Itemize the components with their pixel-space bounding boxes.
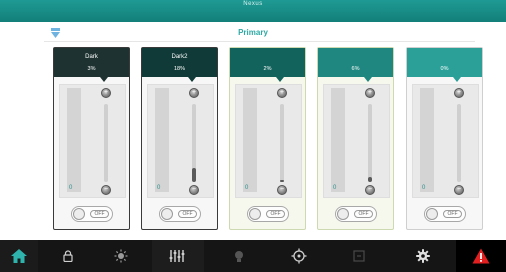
toggle-knob [426, 208, 438, 220]
fader-bar[interactable] [243, 88, 257, 192]
bottom-nav [0, 240, 506, 272]
home-icon [11, 249, 27, 263]
channel-toggle[interactable]: OFF [159, 206, 201, 222]
minus-icon: − [191, 186, 197, 193]
header-pointer [188, 77, 196, 82]
square-icon [353, 250, 365, 262]
channel-percent: 18% [173, 66, 185, 72]
plus-icon: + [103, 89, 109, 96]
increase-button[interactable]: + [189, 88, 199, 98]
minus-icon: − [103, 186, 109, 193]
title-bar: Nexus [0, 0, 506, 22]
toggle-knob [161, 208, 173, 220]
header-pointer [100, 77, 108, 82]
toggle-label: OFF [178, 210, 197, 218]
channel-card-4[interactable]: 6% + 0 − OFF [317, 47, 394, 230]
decrease-button[interactable]: − [277, 185, 287, 195]
header-pointer [364, 77, 372, 82]
channel-header: Dark 3% [54, 48, 129, 77]
toggle-knob [249, 208, 261, 220]
target-icon [291, 248, 307, 264]
channel-percent: 6% [351, 66, 360, 72]
level-readout: 0 [157, 185, 161, 191]
level-readout: 0 [69, 185, 73, 191]
decrease-button[interactable]: − [454, 185, 464, 195]
level-slider[interactable] [104, 104, 108, 182]
toggle-knob [337, 208, 349, 220]
channel-percent: 3% [87, 66, 96, 72]
minus-icon: − [279, 186, 285, 193]
toggle-label: OFF [354, 210, 373, 218]
channel-card-5[interactable]: 0% + 0 − OFF [406, 47, 483, 230]
level-slider[interactable] [280, 104, 284, 182]
nav-square[interactable] [334, 240, 384, 272]
slider-fill [280, 180, 284, 182]
channel-card-2[interactable]: Dark2 18% + 0 − OFF [141, 47, 218, 230]
channel-header: Dark2 18% [142, 48, 217, 77]
slider-fill [368, 177, 372, 182]
channel-name: Dark [85, 54, 98, 60]
channel-header: 2% [230, 48, 305, 77]
level-slider[interactable] [368, 104, 372, 182]
alert-icon [472, 248, 490, 264]
fader-bar[interactable] [67, 88, 81, 192]
toggle-label: OFF [443, 210, 462, 218]
level-readout: 0 [245, 185, 249, 191]
minus-icon: − [367, 186, 373, 193]
increase-button[interactable]: + [365, 88, 375, 98]
increase-button[interactable]: + [454, 88, 464, 98]
channel-percent: 0% [440, 66, 449, 72]
increase-button[interactable]: + [277, 88, 287, 98]
level-readout: 0 [333, 185, 337, 191]
plus-icon: + [456, 89, 462, 96]
slider-fill [192, 167, 196, 182]
nav-home[interactable] [0, 240, 38, 272]
channel-toggle[interactable]: OFF [247, 206, 289, 222]
toggle-knob [73, 208, 85, 220]
divider [44, 41, 475, 42]
nav-bulb[interactable] [214, 240, 264, 272]
decrease-button[interactable]: − [101, 185, 111, 195]
fader-bar[interactable] [155, 88, 169, 192]
sliders-icon [169, 250, 185, 262]
channel-toggle[interactable]: OFF [424, 206, 466, 222]
header-pointer [453, 77, 461, 82]
channel-toggle[interactable]: OFF [335, 206, 377, 222]
bulb-icon [235, 250, 243, 262]
fader-bar[interactable] [420, 88, 434, 192]
channel-name: Dark2 [171, 54, 188, 60]
level-readout: 0 [422, 185, 426, 191]
channel-card-3[interactable]: 2% + 0 − OFF [229, 47, 306, 230]
toggle-label: OFF [90, 210, 109, 218]
page-title: Primary [238, 28, 268, 37]
channel-toggle[interactable]: OFF [71, 206, 113, 222]
decrease-button[interactable]: − [365, 185, 375, 195]
decrease-button[interactable]: − [189, 185, 199, 195]
minus-icon: − [456, 186, 462, 193]
nav-alert[interactable] [456, 240, 506, 272]
channel-header: 6% [318, 48, 393, 77]
channel-header: 0% [407, 48, 482, 77]
gear-icon [416, 249, 430, 263]
level-slider[interactable] [192, 104, 196, 182]
nav-sliders[interactable] [152, 240, 204, 272]
plus-icon: + [191, 89, 197, 96]
window-title: Nexus [243, 1, 263, 7]
nav-settings[interactable] [398, 240, 448, 272]
plus-icon: + [279, 89, 285, 96]
fader-bar[interactable] [331, 88, 345, 192]
toggle-label: OFF [266, 210, 285, 218]
plus-icon: + [367, 89, 373, 96]
nav-sun[interactable] [96, 240, 146, 272]
channel-card-1[interactable]: Dark 3% + 0 − OFF [53, 47, 130, 230]
level-slider[interactable] [457, 104, 461, 182]
increase-button[interactable]: + [101, 88, 111, 98]
nav-lock[interactable] [48, 240, 88, 272]
channel-percent: 2% [263, 66, 272, 72]
nav-target[interactable] [274, 240, 324, 272]
header-pointer [276, 77, 284, 82]
sun-icon [114, 249, 128, 263]
lock-icon [63, 250, 73, 262]
